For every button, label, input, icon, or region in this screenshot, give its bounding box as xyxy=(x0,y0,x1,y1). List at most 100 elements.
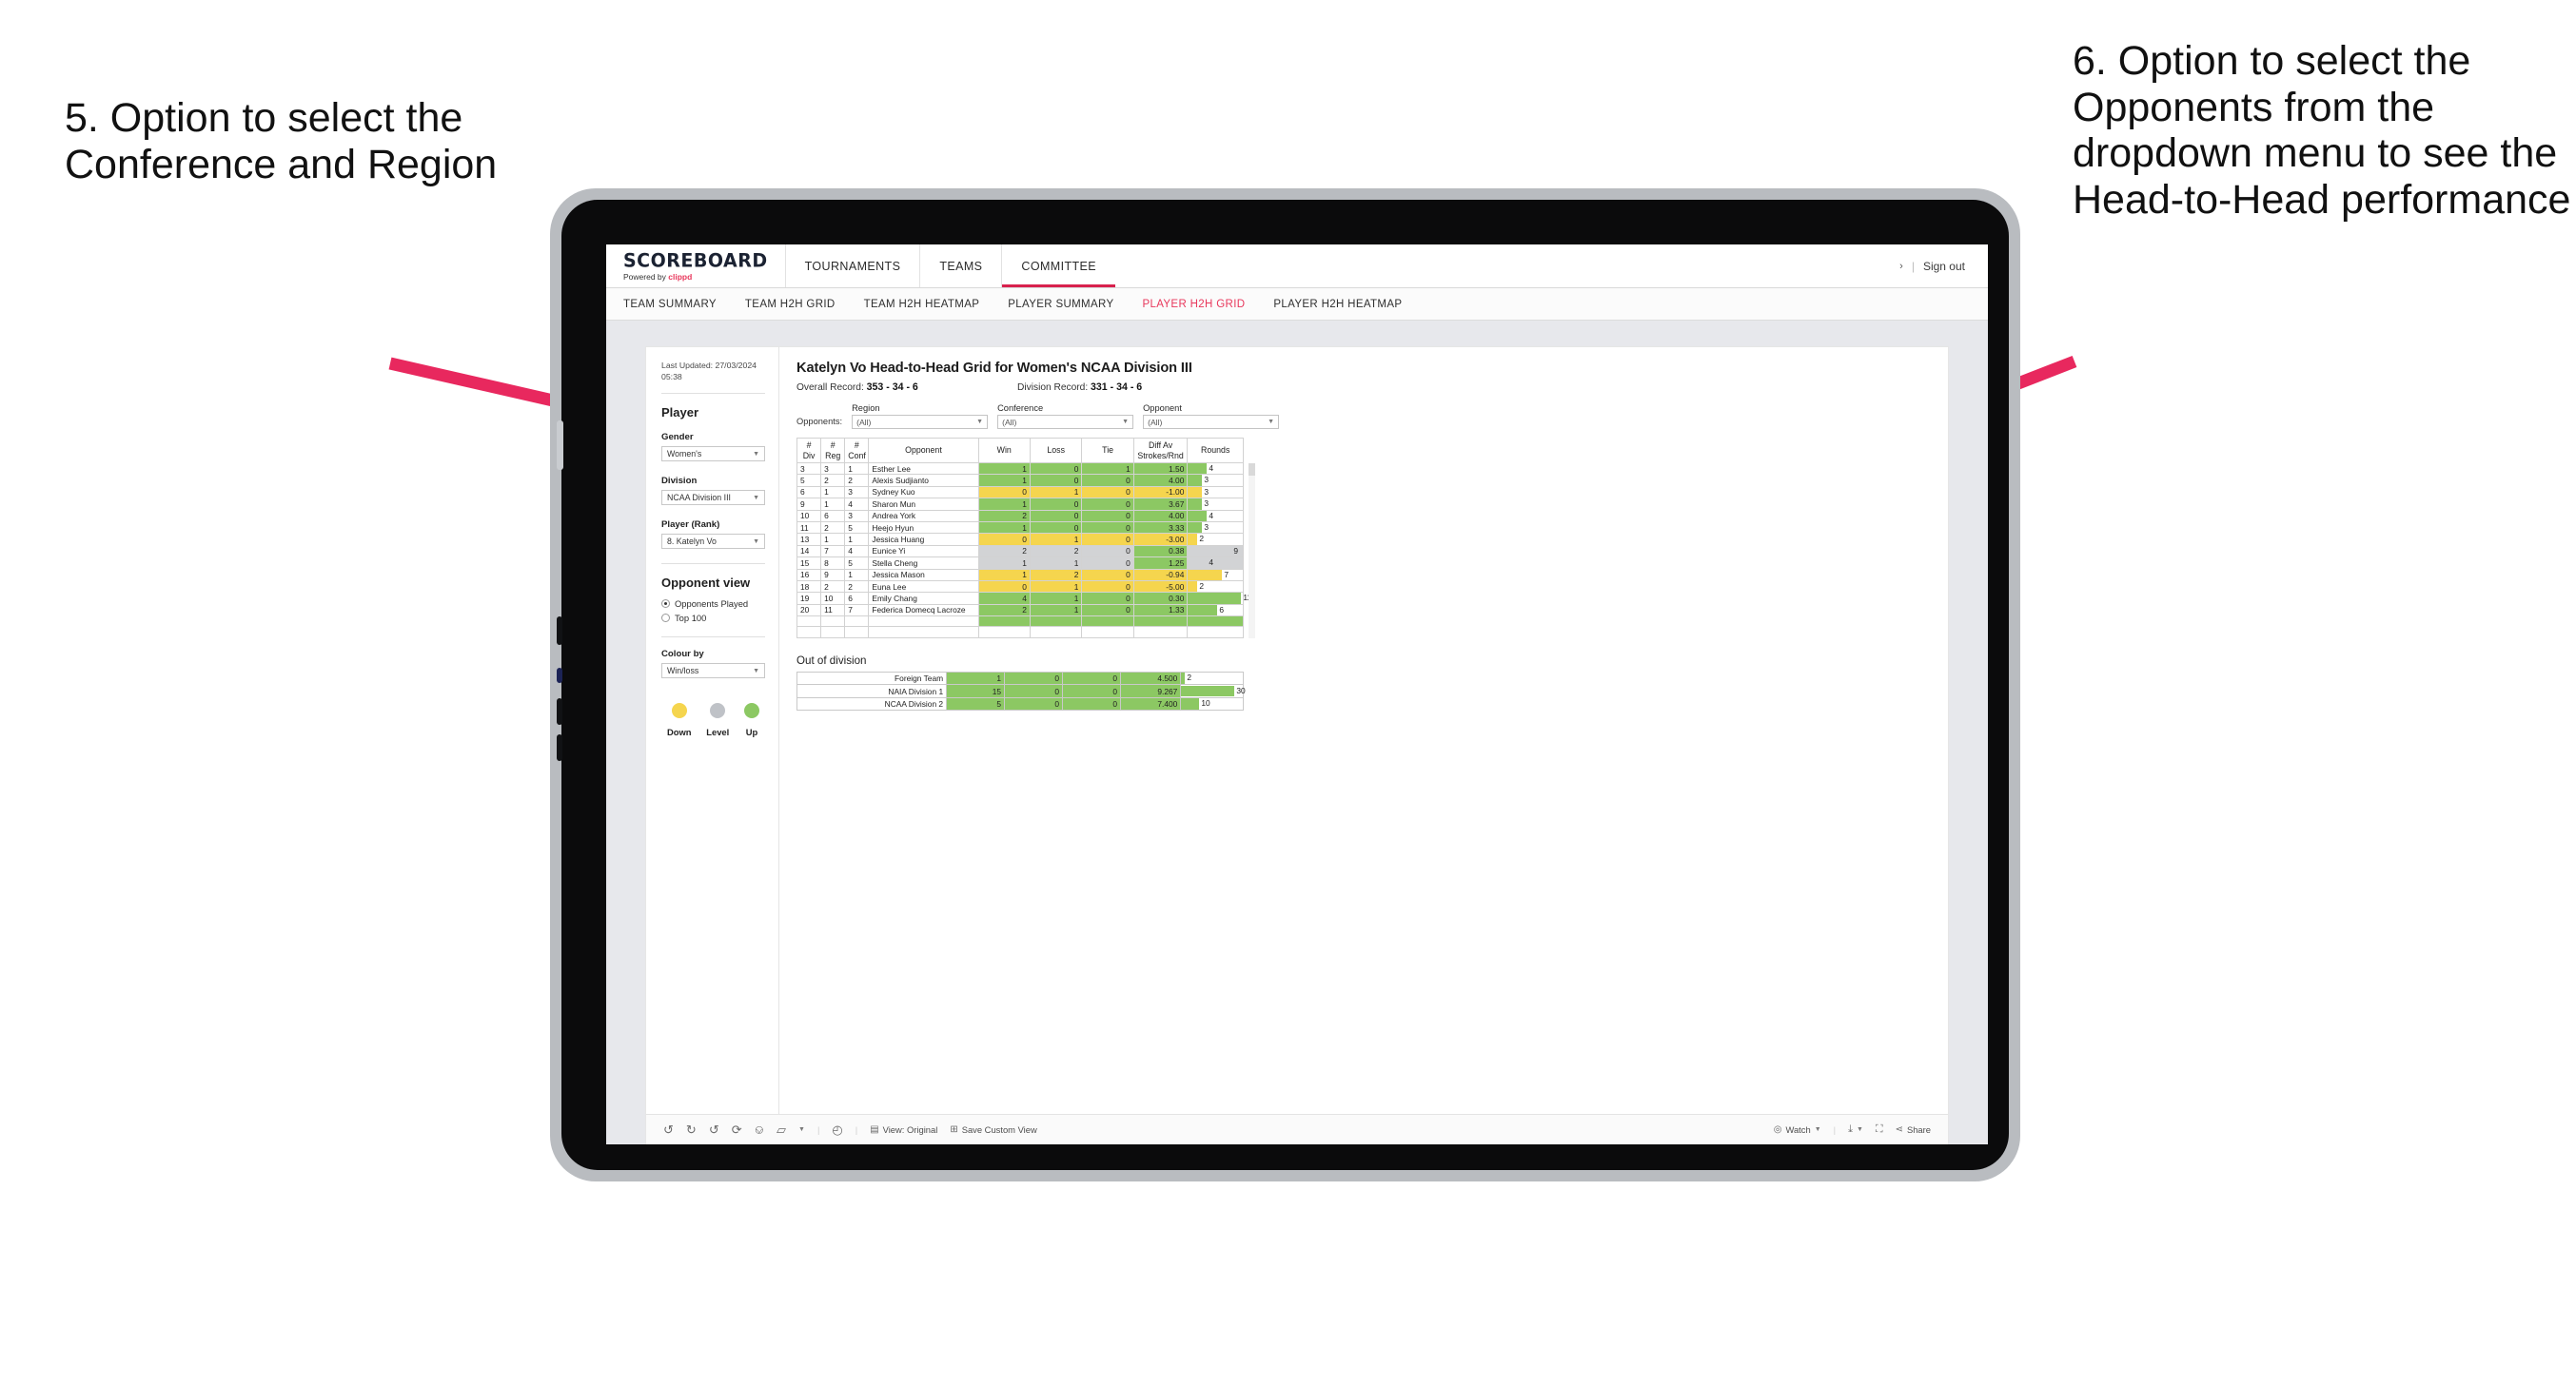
cell-div: 6 xyxy=(796,485,822,499)
cell-tie: 0 xyxy=(1081,556,1134,570)
cell-loss: 1 xyxy=(1029,603,1083,617)
table-row[interactable]: 15 8 5 Stella Cheng 1 1 0 1.25 4 xyxy=(796,556,1244,570)
fullscreen-icon[interactable]: ⛶ xyxy=(1876,1124,1883,1135)
screenshot-stage: 5. Option to select the Conference and R… xyxy=(0,0,2576,1386)
table-row[interactable]: NCAA Division 2 5 0 0 7.400 10 xyxy=(796,696,1244,712)
rounds-value: 7 xyxy=(1224,569,1229,579)
rounds-bar xyxy=(1188,463,1208,475)
filter-conference-select[interactable]: (All) ▼ xyxy=(997,415,1134,429)
highlight-icon[interactable]: ▱ xyxy=(777,1123,786,1136)
filter-opponent-select[interactable]: (All) ▼ xyxy=(1143,415,1280,429)
cell-loss: 1 xyxy=(1029,579,1083,594)
rounds-value: 3 xyxy=(1204,475,1209,485)
main-panel: Katelyn Vo Head-to-Head Grid for Women's… xyxy=(779,347,1948,1114)
filter-conference-label: Conference xyxy=(997,403,1044,413)
scrollbar-track[interactable] xyxy=(1249,463,1255,638)
cell-diff: 0.38 xyxy=(1132,544,1189,558)
chevron-down-icon: ▼ xyxy=(1122,419,1130,425)
subnav-team-summary[interactable]: TEAM SUMMARY xyxy=(623,299,717,310)
sidebar-divider-1 xyxy=(661,393,765,395)
legend-dot-down xyxy=(671,703,687,719)
download-button[interactable]: ⤓ ▼ xyxy=(1848,1124,1863,1135)
cell-div: 16 xyxy=(796,568,822,581)
table-row[interactable]: 20 11 7 Federica Domecq Lacroze 2 1 0 1.33 6 xyxy=(796,603,1244,617)
table-row[interactable]: 10 6 3 Andrea York 2 0 0 4.00 4 xyxy=(796,509,1244,522)
cell-conf: 5 xyxy=(844,520,870,535)
subnav-team-h2h-grid[interactable]: TEAM H2H GRID xyxy=(745,299,836,310)
division-value: NCAA Division III xyxy=(667,493,731,503)
save-custom-view-button[interactable]: ⊞ Save Custom View xyxy=(950,1124,1036,1135)
revert-icon[interactable]: ↺ xyxy=(709,1123,719,1136)
cell-conf: 4 xyxy=(844,544,870,558)
header-divider: | xyxy=(1911,259,1915,273)
table-row[interactable]: 3 3 1 Esther Lee 1 0 1 1.50 4 xyxy=(796,461,1244,476)
filter-region-select[interactable]: (All) ▼ xyxy=(852,415,989,429)
filters-label: Opponents: xyxy=(796,417,843,426)
legend-label-down: Down xyxy=(667,727,692,738)
colour-by-select[interactable]: Win/loss ▼ xyxy=(661,663,765,679)
nav-tournaments[interactable]: TOURNAMENTS xyxy=(784,244,920,287)
chevron-right-icon[interactable]: › xyxy=(1899,261,1903,272)
page-title: Katelyn Vo Head-to-Head Grid for Women's… xyxy=(796,361,1192,376)
workspace: Last Updated: 27/03/2024 05:38 Player Ge… xyxy=(606,321,1988,1144)
save-custom-view-label: Save Custom View xyxy=(961,1124,1037,1135)
grid-scrollbar[interactable] xyxy=(1247,438,1258,638)
chevron-down-icon[interactable]: ▼ xyxy=(798,1126,805,1133)
viz-toolbar: ↺ ↻ ↺ ⟳ ⎉ ▱ ▼ | ◴ | ▤ View: Original ⊞ S… xyxy=(646,1114,1948,1144)
table-row[interactable]: 9 1 4 Sharon Mun 1 0 0 3.67 3 xyxy=(796,498,1244,511)
brand-logo[interactable]: SCOREBOARD Powered by clippd xyxy=(606,244,785,287)
nav-teams[interactable]: TEAMS xyxy=(919,244,1001,287)
cell-diff: 4.00 xyxy=(1132,474,1189,487)
cell-reg: 2 xyxy=(820,474,846,487)
table-row[interactable]: 13 1 1 Jessica Huang 0 1 0 -3.00 2 xyxy=(796,533,1244,546)
visualization-body: Last Updated: 27/03/2024 05:38 Player Ge… xyxy=(646,347,1948,1114)
radio-opponents-played[interactable]: Opponents Played xyxy=(661,598,765,609)
table-row[interactable]: 16 9 1 Jessica Mason 1 2 0 -0.94 7 xyxy=(796,568,1244,581)
cell-tie: 0 xyxy=(1081,485,1134,499)
cell-filler xyxy=(796,626,822,638)
table-row[interactable]: NAIA Division 1 15 0 0 9.267 30 xyxy=(796,684,1246,698)
table-row[interactable]: 5 2 2 Alexis Sudjianto 1 0 0 4.00 3 xyxy=(796,474,1244,487)
table-row[interactable]: 18 2 2 Euna Lee 0 1 0 -5.00 2 xyxy=(796,579,1244,594)
pause-icon[interactable]: ⎉ xyxy=(755,1123,764,1136)
rounds-value: 6 xyxy=(1219,604,1225,615)
division-select[interactable]: NCAA Division III ▼ xyxy=(661,490,765,506)
share-button[interactable]: ⋖ Share xyxy=(1896,1124,1931,1135)
radio-top-100[interactable]: Top 100 xyxy=(661,613,765,623)
cell-tie: 0 xyxy=(1081,509,1134,522)
undo-icon[interactable]: ↺ xyxy=(663,1123,674,1136)
refresh-icon[interactable]: ⟳ xyxy=(732,1123,742,1136)
watch-button[interactable]: ◎ Watch ▼ xyxy=(1774,1124,1821,1135)
subnav-player-h2h-grid[interactable]: PLAYER H2H GRID xyxy=(1142,299,1245,310)
redo-icon[interactable]: ↻ xyxy=(686,1123,697,1136)
cell-opponent: Eunice Yi xyxy=(868,544,979,558)
table-row[interactable]: 14 7 4 Eunice Yi 2 2 0 0.38 9 xyxy=(796,544,1244,558)
table-row[interactable]: 6 1 3 Sydney Kuo 0 1 0 -1.00 3 xyxy=(796,485,1244,499)
clock-icon[interactable]: ◴ xyxy=(832,1123,842,1136)
nav-committee[interactable]: COMMITTEE xyxy=(1001,244,1115,287)
view-original-button[interactable]: ▤ View: Original xyxy=(870,1124,937,1135)
table-row-clipped xyxy=(796,615,1244,628)
table-row[interactable]: Foreign Team 1 0 0 4.500 2 xyxy=(796,671,1244,686)
cell-win: 2 xyxy=(977,509,1031,522)
rounds-bar xyxy=(1188,580,1198,593)
cell-reg: 6 xyxy=(820,509,846,522)
cell-win: 1 xyxy=(977,568,1031,581)
h2h-table: #Div #Reg #Conf Opponent Win Loss Tie xyxy=(796,438,1251,638)
cell-opponent: Emily Chang xyxy=(868,592,979,605)
subnav-player-h2h-heatmap[interactable]: PLAYER H2H HEATMAP xyxy=(1273,299,1402,310)
table-row[interactable]: 19 10 6 Emily Chang 4 1 0 0.30 11 xyxy=(796,592,1251,605)
subnav-team-h2h-heatmap[interactable]: TEAM H2H HEATMAP xyxy=(864,299,980,310)
subnav-player-summary[interactable]: PLAYER SUMMARY xyxy=(1008,299,1113,310)
sign-out-link[interactable]: Sign out xyxy=(1923,260,1965,273)
h2h-grid-wrapper: #Div #Reg #Conf Opponent Win Loss Tie xyxy=(796,438,1935,638)
rounds-value: 30 xyxy=(1236,685,1246,695)
table-row[interactable]: 11 2 5 Heejo Hyun 1 0 0 3.33 3 xyxy=(796,520,1244,535)
cell-rounds: 6 xyxy=(1187,603,1244,617)
last-updated-text: Last Updated: 27/03/2024 05:38 xyxy=(661,361,757,381)
cell-loss: 0 xyxy=(1029,520,1083,535)
scrollbar-thumb[interactable] xyxy=(1249,463,1255,476)
gender-select[interactable]: Women's ▼ xyxy=(661,446,765,462)
player-rank-select[interactable]: 8. Katelyn Vo ▼ xyxy=(661,534,765,550)
cell-reg: 11 xyxy=(820,603,846,617)
